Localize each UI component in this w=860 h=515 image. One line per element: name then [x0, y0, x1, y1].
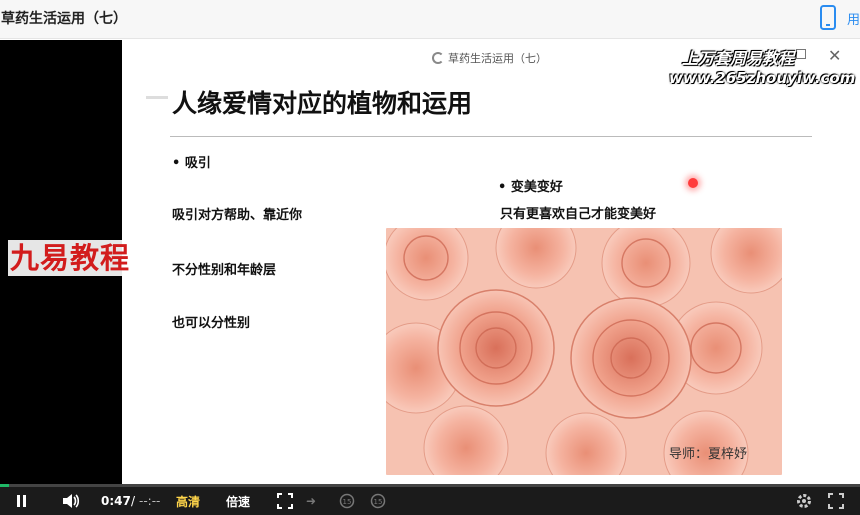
title-divider	[170, 136, 812, 137]
total-time: --:--	[139, 494, 161, 508]
close-icon[interactable]: ✕	[828, 46, 841, 65]
left-column: • 吸引 吸引对方帮助、靠近你 不分性别和年龄层 也可以分性别	[172, 152, 402, 331]
photo-caption: 导师：夏梓妤	[669, 447, 747, 462]
settings-icon[interactable]	[796, 487, 812, 515]
right-bullet: • 变美变好	[498, 180, 563, 195]
next-icon[interactable]: ➜	[306, 487, 316, 515]
video-player[interactable]: 草药生活运用（七） ✕ 人缘爱情对应的植物和运用 • 吸引 吸引对方帮助、靠近你…	[0, 40, 860, 485]
window-title: 草药生活运用（七）	[1, 11, 127, 27]
svg-text:15: 15	[343, 498, 352, 506]
left-line-3: 也可以分性别	[172, 316, 251, 331]
phone-icon[interactable]	[818, 5, 838, 31]
left-bullet: • 吸引	[172, 156, 211, 171]
speed-button[interactable]: 倍速	[226, 487, 250, 515]
back-15-icon[interactable]: 15	[339, 487, 355, 515]
fullscreen-icon[interactable]	[828, 487, 844, 515]
laser-pointer-dot	[688, 178, 698, 188]
time-separator: /	[131, 494, 136, 508]
slide-header-title: 草药生活运用（七）	[448, 52, 547, 65]
left-line-1: 吸引对方帮助、靠近你	[172, 208, 303, 223]
slide-title: 人缘爱情对应的植物和运用	[172, 89, 473, 118]
forward-15-icon[interactable]: 15	[370, 487, 386, 515]
volume-icon[interactable]	[62, 487, 80, 515]
pause-icon[interactable]	[17, 487, 26, 515]
left-line-2: 不分性别和年龄层	[172, 263, 277, 278]
slide: 草药生活运用（七） ✕ 人缘爱情对应的植物和运用 • 吸引 吸引对方帮助、靠近你…	[122, 40, 860, 485]
slide-header: 草药生活运用（七）	[432, 50, 547, 66]
watermark-right-line2: www.265zhouyiw.com	[669, 69, 856, 87]
current-time: 0:47	[101, 494, 131, 508]
watermark-left: 九易教程	[8, 240, 133, 276]
top-bar: 草药生活运用（七） 用	[0, 0, 860, 39]
svg-text:15: 15	[374, 498, 383, 506]
title-decoration	[146, 96, 168, 99]
quality-button[interactable]: 高清	[176, 487, 200, 515]
right-line: 只有更喜欢自己才能变美好	[500, 207, 657, 222]
control-bar: 0:47 / --:-- 高清 倍速 ➜ 15 15	[0, 487, 860, 515]
loading-icon	[432, 52, 444, 64]
restore-icon[interactable]	[796, 49, 806, 59]
roses-photo: 导师：夏梓妤	[386, 228, 782, 475]
top-side-text[interactable]: 用	[847, 9, 860, 28]
fit-screen-icon[interactable]	[277, 487, 293, 515]
watermark-right-line1: 上万套周易教程	[682, 49, 795, 68]
